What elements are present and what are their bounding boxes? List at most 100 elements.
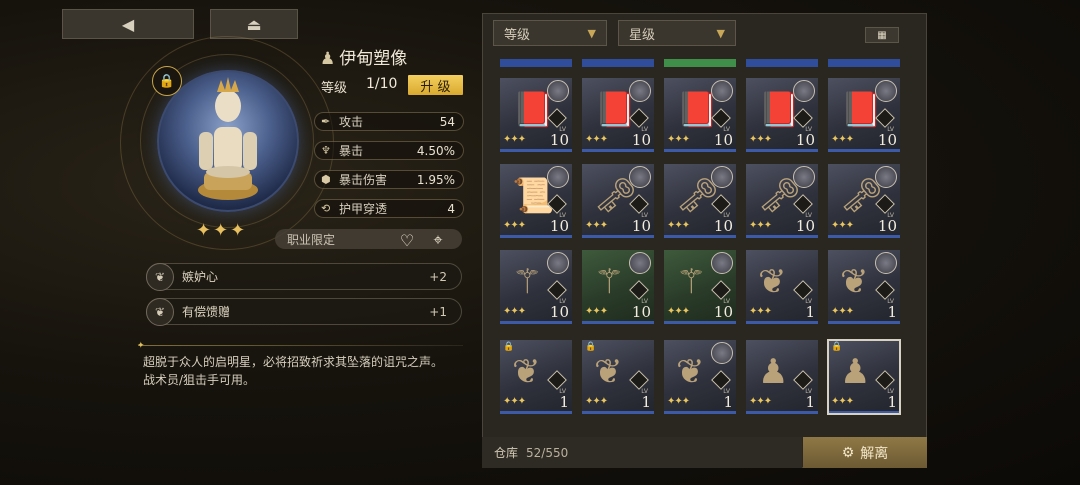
skill-name: 嫉妒心 [182,270,219,284]
card-stars: ✦✦✦ [667,306,690,317]
triangle-down-icon: ▼ [587,27,596,40]
stat-name: 攻击 [339,115,364,129]
card-stars: ✦✦✦ [831,220,854,231]
inventory-card[interactable]: 📜 LV ✦✦✦ 10 [500,164,572,238]
skill-name: 有偿馈赠 [182,305,231,319]
inventory-card[interactable]: ♟ LV ✦✦✦ 1 [746,340,818,414]
card-level: 10 [713,131,733,149]
inventory-card[interactable]: ❦ LV ✦✦✦ 1 [746,250,818,324]
character-avatar [711,342,733,364]
back-arrow-icon: ◀ [121,14,135,34]
inventory-card[interactable]: 📕 LV ✦✦✦ 10 [746,78,818,152]
dagger-icon: ✒ [321,115,331,128]
release-button[interactable]: ⚙ 解离 [803,437,927,468]
card-level: 10 [877,131,897,149]
triangle-down-icon: ▼ [716,27,725,40]
diamond-icon [875,370,895,390]
back-button[interactable]: ◀ [62,9,194,39]
diamond-icon [793,370,813,390]
menu-button[interactable]: ⏏ [210,9,298,39]
card-stars: ✦✦✦ [749,306,772,317]
inventory-card[interactable]: 🗝 LV ✦✦✦ 10 [828,164,900,238]
wing-skill-icon: ❦ [146,297,174,326]
usable-by-text: 战术员/狙击手可用。 [143,373,256,387]
diamond-icon [629,280,649,300]
card-stars: ✦✦✦ [585,306,608,317]
inventory-card[interactable]: ⚚ LV ✦✦✦ 10 [500,250,572,324]
card-level: 10 [549,303,569,321]
sparkle-icon: ✦ [137,341,145,351]
wings-icon: ❦ [594,352,623,392]
stat-name: 暴击 [339,144,364,158]
card-stars: ✦✦✦ [503,396,526,407]
card-stars: ✦✦✦ [667,220,690,231]
character-avatar [547,166,569,188]
card-stars: ✦✦✦ [749,134,772,145]
item-portrait [157,70,299,212]
inventory-card[interactable]: ⚚ LV ✦✦✦ 10 [664,250,736,324]
inventory-card[interactable]: 📕 LV ✦✦✦ 10 [500,78,572,152]
wings-icon: ❦ [676,352,705,392]
inventory-card[interactable]: 🔒 ♟ LV ✦✦✦ 1 [827,339,901,415]
skill-row[interactable]: ❦ 有偿馈赠 +1 [146,297,462,326]
skill-row[interactable]: ❦ 嫉妒心 +2 [146,262,462,291]
eject-icon: ⏏ [246,14,262,34]
lock-icon: 🔒 [585,342,597,352]
grid-icon: ▦ [877,29,887,41]
stat-name: 暴击伤害 [339,173,388,187]
item-name: 伊甸塑像 [339,49,408,69]
skill-value: +1 [429,304,447,319]
armor-pierce-icon: ⟲ [321,202,331,215]
card-stars: ✦✦✦ [667,134,690,145]
wings-icon: ❦ [840,262,869,302]
card-stars: ✦✦✦ [667,396,690,407]
inventory-card[interactable]: 🗝 LV ✦✦✦ 10 [582,164,654,238]
inventory-card[interactable]: ❦ LV ✦✦✦ 1 [828,250,900,324]
divider [138,345,463,346]
card-level: 10 [631,303,651,321]
storage-footer: 仓库 52/550 [482,437,802,468]
dropdown-label: 等级 [504,27,531,43]
inventory-card[interactable]: 📕 LV ✦✦✦ 10 [828,78,900,152]
tactician-class-icon[interactable]: ♡ [396,229,418,251]
inventory-card[interactable]: 🔒 ❦ LV ✦✦✦ 1 [582,340,654,414]
card-level: 10 [713,217,733,235]
inventory-card[interactable]: ⚚ LV ✦✦✦ 10 [582,250,654,324]
item-title: ♟ 伊甸塑像 [320,44,407,69]
card-level: 10 [795,217,815,235]
diamond-icon [547,370,567,390]
grid-view-button[interactable]: ▦ [865,27,899,43]
card-level: 1 [805,393,815,411]
dropdown-label: 星级 [629,27,656,43]
character-avatar [629,166,651,188]
card-level: 10 [877,217,897,235]
inventory-card[interactable]: 🗝 LV ✦✦✦ 10 [746,164,818,238]
diamond-icon [629,370,649,390]
star-filter-dropdown[interactable]: 星级 ▼ [618,20,736,46]
inventory-card[interactable]: 🔒 ❦ LV ✦✦✦ 1 [500,340,572,414]
lock-badge[interactable]: 🔒 [152,66,182,96]
stat-armor-pierce: ⟲ 护甲穿透 4 [314,199,464,218]
stat-crit: ♆ 暴击 4.50% [314,141,464,160]
character-avatar [875,80,897,102]
diamond-icon [793,280,813,300]
card-level: 1 [805,303,815,321]
card-stars: ✦✦✦ [585,220,608,231]
statue-icon: ♟ [840,352,871,392]
upgrade-button[interactable]: 升 级 [408,75,463,95]
card-level: 10 [713,303,733,321]
inventory-card[interactable]: ❦ LV ✦✦✦ 1 [664,340,736,414]
card-level: 1 [641,393,651,411]
card-level: 1 [887,393,897,411]
level-value: 1/10 [366,76,398,92]
staff-icon: ⚚ [512,262,543,302]
inventory-card[interactable]: 📕 LV ✦✦✦ 10 [582,78,654,152]
inventory-card[interactable]: 🗝 LV ✦✦✦ 10 [664,164,736,238]
stat-value: 4.50% [416,143,455,158]
level-filter-dropdown[interactable]: 等级 ▼ [493,20,607,46]
sniper-class-icon[interactable]: ⌖ [427,229,449,251]
inventory-card[interactable]: 📕 LV ✦✦✦ 10 [664,78,736,152]
card-strip [664,59,736,67]
character-avatar [875,252,897,274]
staff-icon: ⚚ [676,262,707,302]
